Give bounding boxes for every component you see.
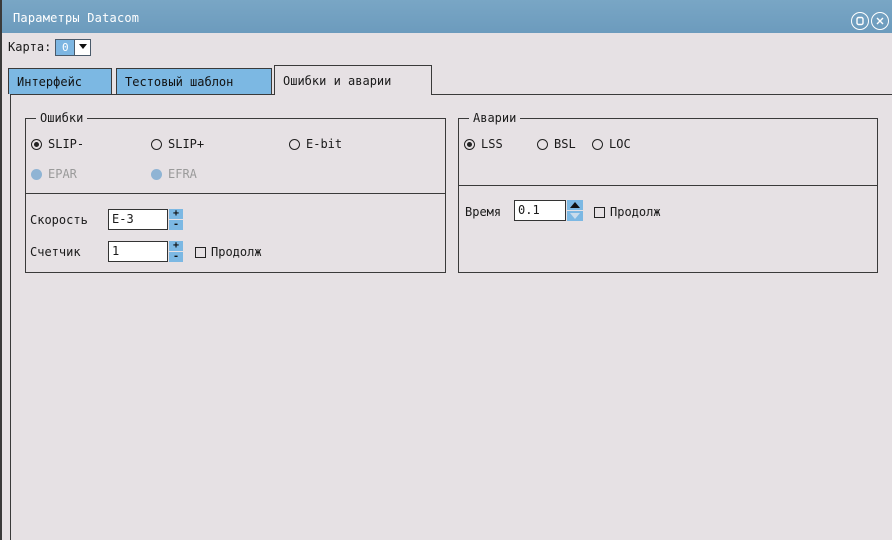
spin-down-icon[interactable] bbox=[567, 211, 583, 221]
errors-group: Ошибки SLIP- SLIP+ E-bit EPAR EFRA Скоро… bbox=[25, 111, 446, 273]
radio-bsl-label: BSL bbox=[554, 137, 576, 151]
alarms-continuous-checkbox[interactable]: Продолж bbox=[594, 205, 661, 219]
radio-efra-label: EFRA bbox=[168, 167, 197, 181]
radio-unchecked-icon bbox=[592, 138, 603, 150]
time-label: Время bbox=[465, 205, 502, 219]
errors-group-title: Ошибки bbox=[36, 111, 88, 125]
tab-errors-alarms-label: Ошибки и аварии bbox=[283, 73, 392, 88]
radio-lss-label: LSS bbox=[481, 137, 503, 151]
radio-bsl[interactable]: BSL bbox=[537, 137, 576, 151]
errors-divider bbox=[26, 193, 445, 194]
datacom-params-window: Параметры Datacom Карта: 0 Интерфейс Тес… bbox=[0, 0, 892, 540]
radio-e-bit-label: E-bit bbox=[306, 137, 343, 151]
errors-continuous-checkbox[interactable]: Продолж bbox=[195, 245, 262, 259]
radio-checked-icon bbox=[31, 138, 42, 150]
errors-continuous-label: Продолж bbox=[211, 245, 262, 259]
radio-disabled-icon bbox=[151, 168, 162, 180]
spin-down-icon[interactable]: - bbox=[169, 252, 183, 262]
radio-unchecked-icon bbox=[537, 138, 548, 150]
spin-down-icon[interactable]: - bbox=[169, 220, 183, 230]
counter-spinbox[interactable]: 1 + - bbox=[108, 241, 183, 262]
time-input[interactable]: 0.1 bbox=[514, 200, 566, 221]
time-spinbox[interactable]: 0.1 bbox=[514, 200, 583, 221]
radio-epar: EPAR bbox=[31, 167, 77, 181]
checkbox-unchecked-icon bbox=[594, 206, 605, 218]
title-bar: Параметры Datacom bbox=[2, 0, 892, 33]
tab-interface-label: Интерфейс bbox=[17, 74, 83, 89]
radio-slip-minus[interactable]: SLIP- bbox=[31, 137, 84, 151]
radio-loc-label: LOC bbox=[609, 137, 631, 151]
counter-input[interactable]: 1 bbox=[108, 241, 168, 262]
speed-spinbox[interactable]: E-3 + - bbox=[108, 209, 183, 230]
alarms-group-title: Аварии bbox=[469, 111, 521, 125]
close-icon[interactable] bbox=[871, 12, 889, 30]
radio-unchecked-icon bbox=[151, 138, 162, 150]
radio-unchecked-icon bbox=[289, 138, 300, 150]
tab-test-pattern[interactable]: Тестовый шаблон bbox=[116, 68, 272, 94]
checkbox-unchecked-icon bbox=[195, 246, 206, 258]
card-label: Карта: bbox=[8, 40, 52, 54]
radio-epar-label: EPAR bbox=[48, 167, 77, 181]
tab-errors-alarms[interactable]: Ошибки и аварии bbox=[274, 65, 432, 95]
radio-e-bit[interactable]: E-bit bbox=[289, 137, 342, 151]
restore-icon[interactable] bbox=[851, 12, 869, 30]
card-select-value[interactable]: 0 bbox=[55, 38, 76, 56]
radio-slip-plus[interactable]: SLIP+ bbox=[151, 137, 204, 151]
chevron-down-icon[interactable] bbox=[75, 38, 92, 56]
tab-pane-errors-alarms: Ошибки SLIP- SLIP+ E-bit EPAR EFRA Скоро… bbox=[10, 94, 892, 540]
radio-checked-icon bbox=[464, 138, 475, 150]
alarms-continuous-label: Продолж bbox=[610, 205, 661, 219]
card-select[interactable]: 0 bbox=[55, 38, 92, 56]
radio-efra: EFRA bbox=[151, 167, 197, 181]
radio-slip-minus-label: SLIP- bbox=[48, 137, 85, 151]
alarms-divider bbox=[459, 185, 877, 186]
spin-up-icon[interactable] bbox=[567, 200, 583, 211]
radio-disabled-icon bbox=[31, 168, 42, 180]
tab-interface[interactable]: Интерфейс bbox=[8, 68, 112, 94]
speed-label: Скорость bbox=[30, 213, 88, 227]
speed-input[interactable]: E-3 bbox=[108, 209, 168, 230]
radio-slip-plus-label: SLIP+ bbox=[168, 137, 205, 151]
tab-test-pattern-label: Тестовый шаблон bbox=[125, 74, 234, 89]
radio-loc[interactable]: LOC bbox=[592, 137, 631, 151]
card-selector-row: Карта: 0 bbox=[8, 38, 92, 56]
alarms-group: Аварии LSS BSL LOC Время 0.1 Продолж bbox=[458, 111, 878, 273]
radio-lss[interactable]: LSS bbox=[464, 137, 503, 151]
window-title: Параметры Datacom bbox=[13, 11, 140, 25]
counter-label: Счетчик bbox=[30, 245, 81, 259]
